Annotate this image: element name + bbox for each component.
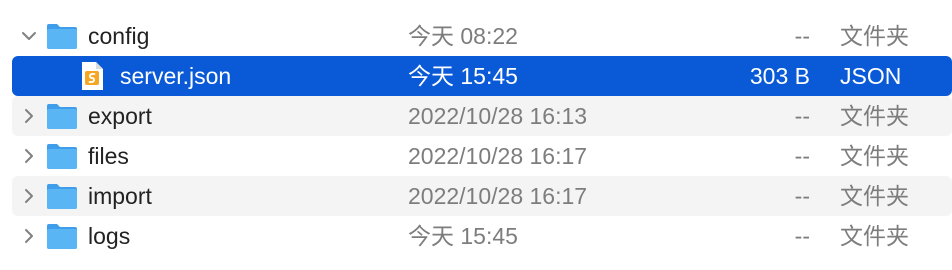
date-modified: 今天 15:45 (408, 63, 518, 89)
date-modified: 2022/10/28 16:17 (408, 183, 588, 209)
folder-icon (46, 182, 78, 210)
json-file-icon (80, 61, 104, 91)
file-size: -- (794, 223, 810, 249)
file-list: config 今天 08:22 -- 文件夹 server.json 今天 15… (0, 0, 952, 270)
file-size: -- (794, 183, 810, 209)
date-modified: 2022/10/28 16:17 (408, 143, 588, 169)
chevron-right-icon[interactable] (20, 107, 38, 125)
file-name: server.json (120, 63, 232, 89)
file-kind: 文件夹 (840, 23, 909, 49)
file-name: config (88, 23, 150, 49)
chevron-right-icon[interactable] (20, 227, 38, 245)
file-kind: 文件夹 (840, 183, 909, 209)
list-item-import[interactable]: import 2022/10/28 16:17 -- 文件夹 (12, 176, 952, 216)
file-name: import (88, 183, 152, 209)
list-item-config[interactable]: config 今天 08:22 -- 文件夹 (12, 16, 952, 56)
file-size: -- (794, 23, 810, 49)
folder-icon (46, 222, 78, 250)
file-kind: 文件夹 (840, 223, 909, 249)
file-kind: 文件夹 (840, 143, 909, 169)
file-size: -- (794, 103, 810, 129)
file-name: export (88, 103, 152, 129)
file-kind: JSON (840, 63, 902, 89)
file-kind: 文件夹 (840, 103, 909, 129)
list-item-files[interactable]: files 2022/10/28 16:17 -- 文件夹 (12, 136, 952, 176)
list-item-logs[interactable]: logs 今天 15:45 -- 文件夹 (12, 216, 952, 256)
list-item-export[interactable]: export 2022/10/28 16:13 -- 文件夹 (12, 96, 952, 136)
folder-icon (46, 22, 78, 50)
date-modified: 今天 15:45 (408, 223, 518, 249)
folder-icon (46, 102, 78, 130)
file-size: -- (794, 143, 810, 169)
file-name: files (88, 143, 129, 169)
date-modified: 2022/10/28 16:13 (408, 103, 588, 129)
file-name: logs (88, 223, 131, 249)
chevron-down-icon[interactable] (20, 27, 38, 45)
date-modified: 今天 08:22 (408, 23, 518, 49)
list-item-server-json[interactable]: server.json 今天 15:45 303 B JSON (12, 56, 952, 96)
folder-icon (46, 142, 78, 170)
chevron-right-icon[interactable] (20, 187, 38, 205)
file-size: 303 B (749, 63, 810, 89)
chevron-right-icon[interactable] (20, 147, 38, 165)
